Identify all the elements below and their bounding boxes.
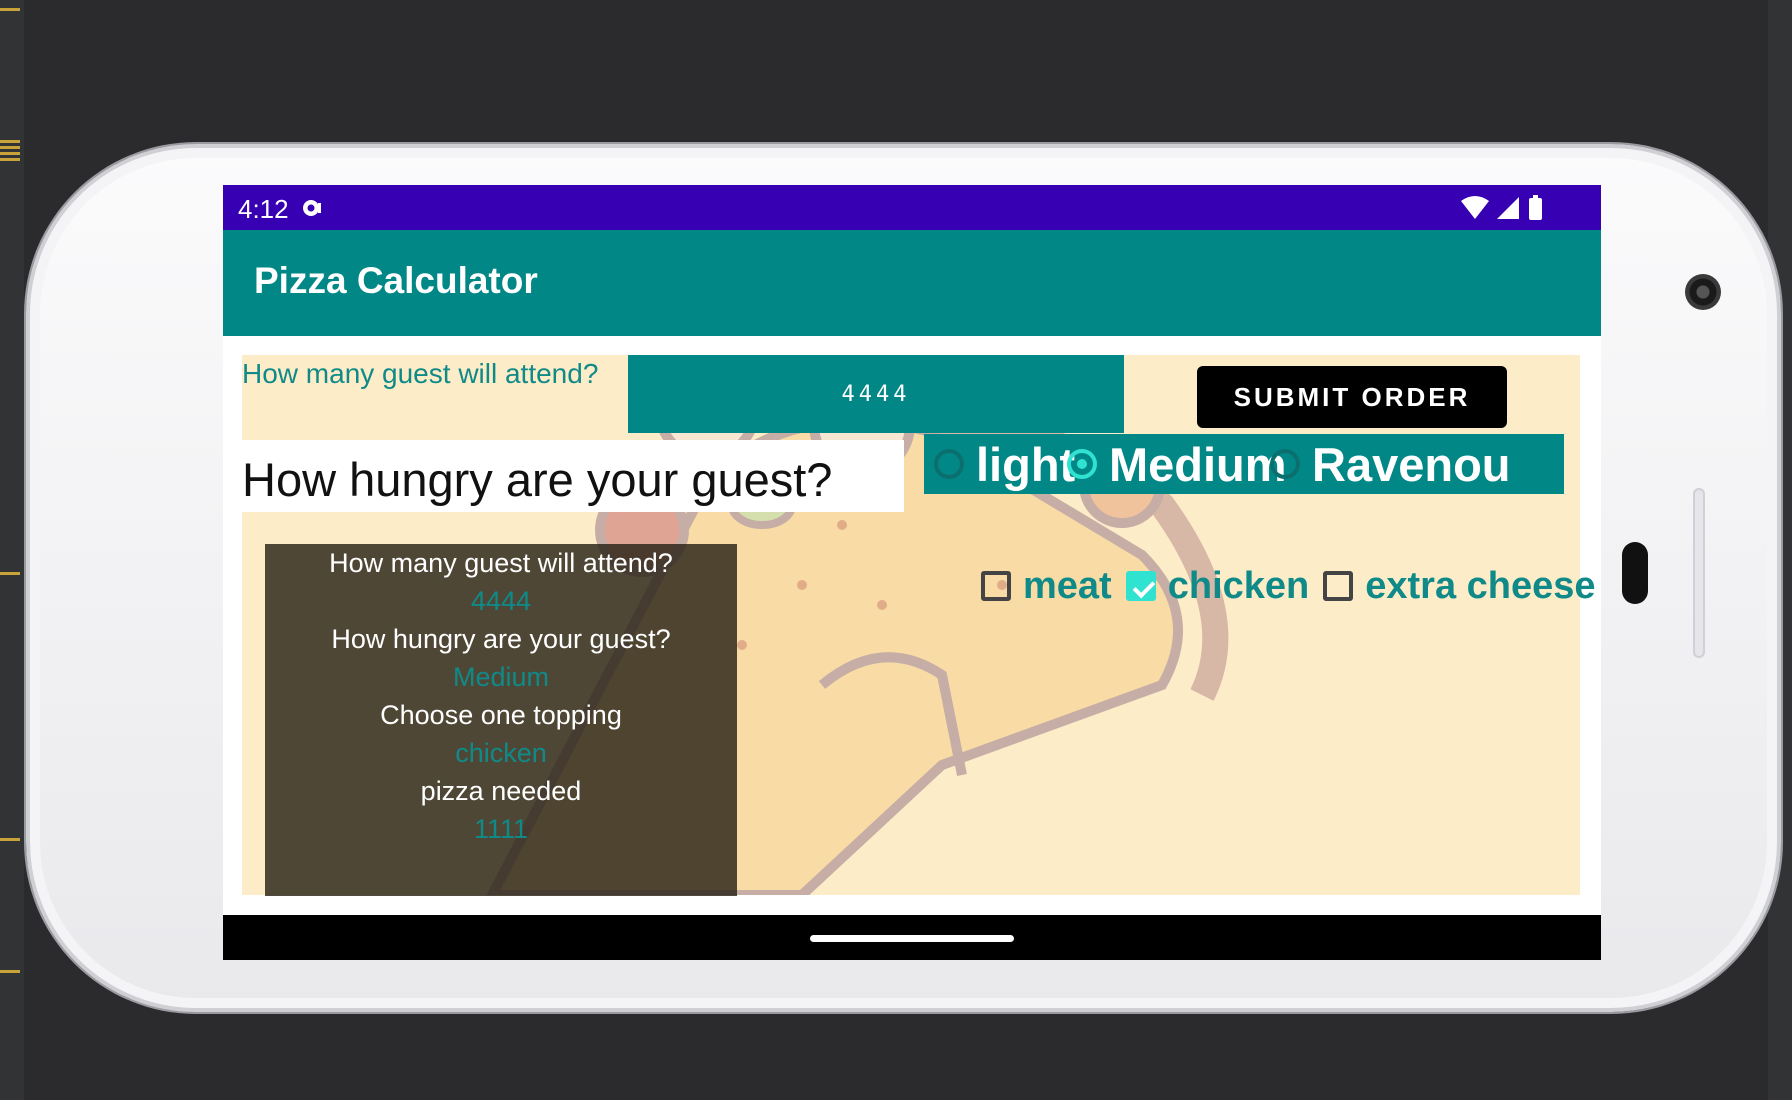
cellular-signal-icon bbox=[1497, 197, 1519, 219]
hunger-radio-group: light Medium Ravenou bbox=[924, 434, 1564, 494]
device-side-button[interactable] bbox=[1693, 488, 1705, 658]
topping-checkboxes: meat chicken extra cheese bbox=[981, 561, 1601, 611]
summary-pizza-label: pizza needed bbox=[420, 776, 582, 806]
checkbox-extra-cheese[interactable]: extra cheese bbox=[1323, 564, 1596, 608]
status-time: 4:12 bbox=[238, 194, 289, 224]
device-screen: 4:12 Pizza Calculator How many guest wil… bbox=[223, 185, 1601, 960]
radio-unselected-icon bbox=[934, 449, 964, 479]
hunger-question-container: How hungry are your guest? bbox=[223, 440, 904, 512]
checkbox-checked-icon bbox=[1125, 571, 1156, 601]
wifi-icon bbox=[1461, 196, 1489, 219]
main-content: How many guest will attend? 4444 SUBMIT … bbox=[223, 336, 1601, 915]
status-bar: 4:12 bbox=[223, 185, 1601, 230]
ide-editor-gutter bbox=[0, 0, 24, 1100]
checkbox-meat[interactable]: meat bbox=[981, 565, 1112, 608]
checkbox-label-meat: meat bbox=[1023, 564, 1112, 607]
checkbox-unchecked-icon bbox=[981, 571, 1011, 601]
submit-order-button[interactable]: SUBMIT ORDER bbox=[1197, 366, 1507, 428]
guest-count-label: How many guest will attend? bbox=[242, 358, 599, 389]
guest-count-input[interactable]: 4444 bbox=[628, 355, 1124, 433]
home-gesture-handle[interactable] bbox=[810, 935, 1014, 942]
summary-topping-value: chicken bbox=[455, 738, 547, 768]
radio-label-medium: Medium bbox=[1109, 437, 1287, 491]
summary-guest-label: How many guest will attend? bbox=[329, 548, 673, 578]
radio-label-light: light bbox=[976, 437, 1076, 491]
checkbox-label-chicken: chicken bbox=[1167, 564, 1310, 607]
navigation-bar bbox=[223, 915, 1601, 960]
radio-light[interactable]: light bbox=[934, 434, 1075, 494]
summary-guest-value: 4444 bbox=[470, 586, 532, 616]
hunger-question-label: How hungry are your guest? bbox=[242, 453, 833, 506]
summary-hunger-value: Medium bbox=[452, 662, 550, 692]
summary-hunger-label: How hungry are your guest? bbox=[331, 624, 671, 654]
app-bar: Pizza Calculator bbox=[223, 230, 1601, 336]
front-camera bbox=[1685, 274, 1721, 310]
summary-pizza-value: 1111 bbox=[473, 814, 529, 844]
notification-icon bbox=[303, 200, 321, 216]
radio-unselected-icon bbox=[1270, 449, 1300, 479]
radio-ravenous[interactable]: Ravenou bbox=[1270, 434, 1511, 494]
radio-medium[interactable]: Medium bbox=[1067, 434, 1287, 494]
radio-selected-icon bbox=[1067, 449, 1097, 479]
checkbox-unchecked-icon bbox=[1323, 571, 1354, 601]
checkbox-chicken[interactable]: chicken bbox=[1125, 564, 1310, 608]
order-summary-panel: How many guest will attend? 4444 How hun… bbox=[265, 544, 737, 896]
summary-topping-label: Choose one topping bbox=[380, 700, 622, 730]
app-title: Pizza Calculator bbox=[254, 260, 538, 301]
battery-icon bbox=[1529, 198, 1542, 220]
status-icons bbox=[1461, 195, 1542, 220]
radio-label-ravenous: Ravenou bbox=[1312, 437, 1511, 491]
device-sensor bbox=[1622, 542, 1648, 604]
checkbox-label-extra-cheese: extra cheese bbox=[1365, 564, 1596, 607]
